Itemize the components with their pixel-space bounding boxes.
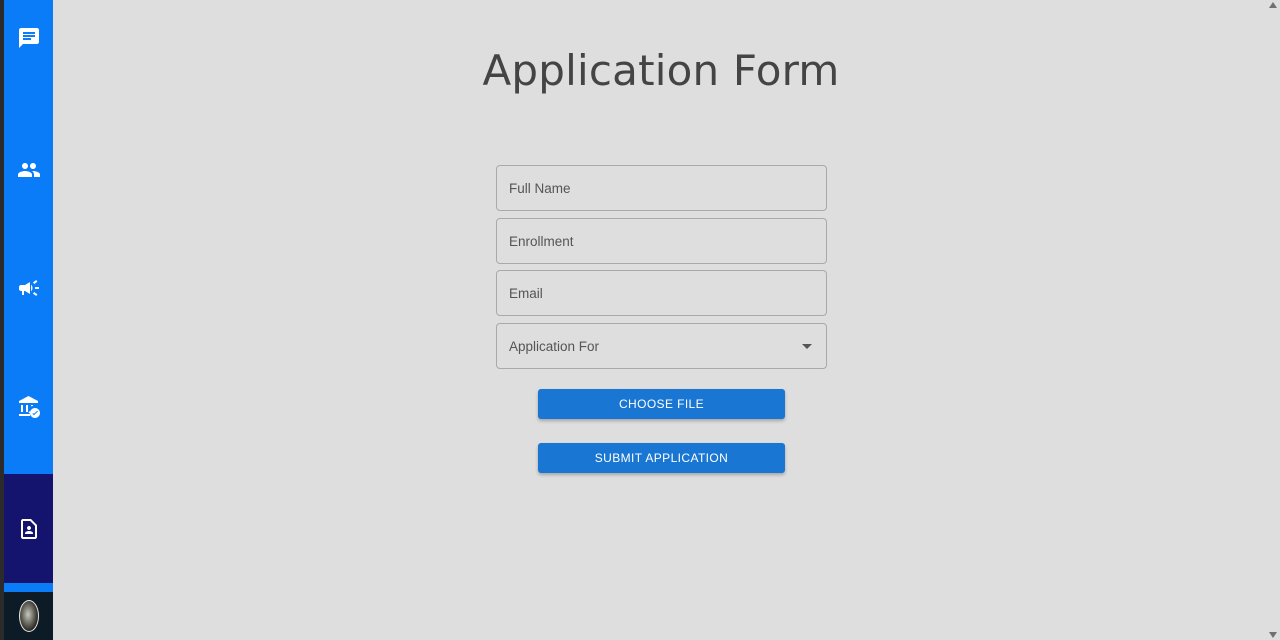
enrollment-field [496,218,827,264]
profile-button[interactable] [4,592,53,640]
choose-file-button[interactable]: CHOOSE FILE [538,389,785,419]
application-for-select[interactable]: Application For [496,323,827,369]
email-input[interactable] [497,271,826,315]
sidebar-item-chat[interactable] [4,14,53,62]
enrollment-input[interactable] [497,219,826,263]
page-title: Application Form [482,46,840,95]
contact-page-icon [20,518,37,539]
submit-application-button[interactable]: SUBMIT APPLICATION [538,443,785,473]
scroll-up-icon[interactable] [1269,2,1277,8]
chat-icon [18,28,39,48]
sidebar [4,0,53,640]
full-name-field [496,165,827,211]
sidebar-item-announcements[interactable] [4,264,53,312]
campaign-icon [18,280,39,296]
avatar [18,600,39,632]
dropdown-arrow-icon [802,343,812,349]
application-for-label: Application For [509,338,600,354]
sidebar-item-application[interactable] [4,474,53,583]
full-name-input[interactable] [497,166,826,210]
scroll-down-icon[interactable] [1269,632,1277,638]
bank-verified-icon [18,396,40,418]
sidebar-item-institution[interactable] [4,383,53,431]
sidebar-divider [4,583,53,592]
email-field [496,270,827,316]
sidebar-item-people[interactable] [4,146,53,194]
people-icon [17,163,40,177]
